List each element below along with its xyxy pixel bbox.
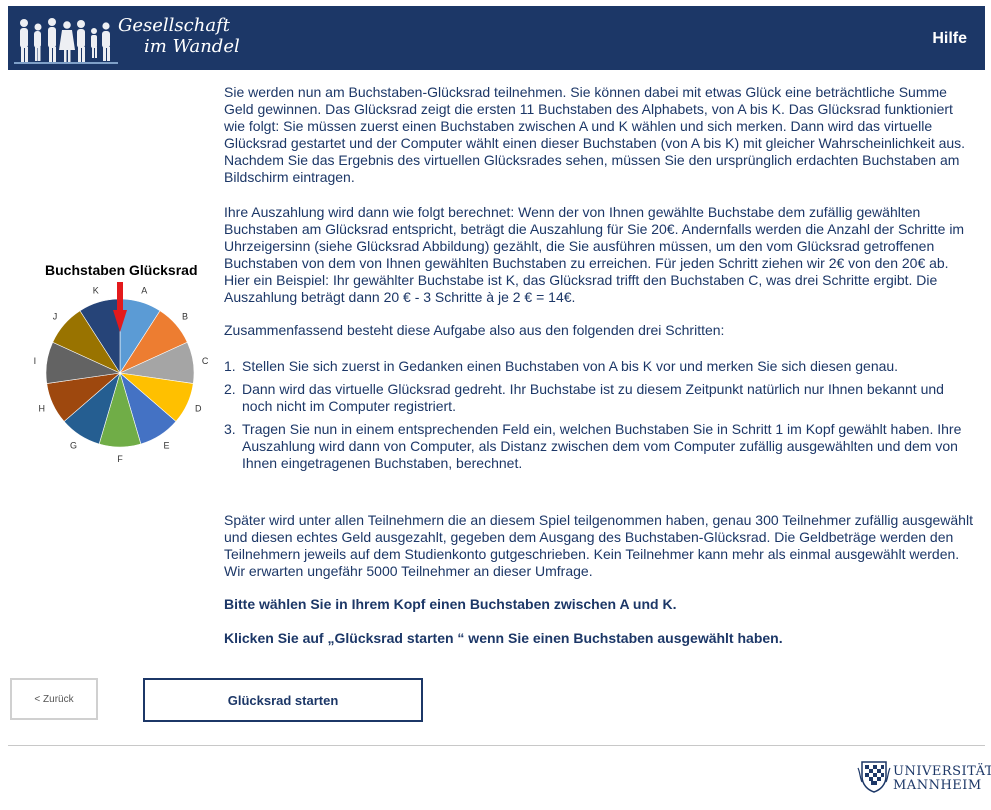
- letter-wheel: A B C D E F G H I J K: [34, 282, 209, 464]
- wheel-letter-b: B: [182, 312, 188, 322]
- step-number: 3.: [224, 421, 236, 437]
- choose-letter-instruction: Bitte wählen Sie in Ihrem Kopf einen Buc…: [224, 596, 677, 612]
- step-text: Tragen Sie nun in einem entsprechenden F…: [242, 421, 962, 471]
- people-silhouettes-logo: [14, 18, 118, 64]
- step-text: Dann wird das virtuelle Glücksrad gedreh…: [242, 381, 944, 414]
- wheel-letter-k: K: [93, 285, 99, 295]
- wheel-title: Buchstaben Glücksrad: [45, 262, 198, 278]
- university-name-line2: MANNHEIM: [893, 778, 982, 793]
- footer-divider: [8, 745, 985, 746]
- logo-text-line2: im Wandel: [144, 36, 240, 57]
- step-text: Stellen Sie sich zuerst in Gedanken eine…: [242, 358, 899, 374]
- university-crest-icon: [857, 761, 891, 793]
- university-name-line1: UNIVERSITÄT: [893, 764, 991, 779]
- step-number: 2.: [224, 381, 236, 397]
- wheel-letter-h: H: [39, 404, 46, 414]
- wheel-letter-e: E: [163, 440, 169, 450]
- wheel-letter-i: I: [34, 356, 37, 366]
- wheel-letter-d: D: [195, 404, 202, 414]
- start-wheel-button[interactable]: Glücksrad starten: [143, 678, 423, 722]
- payout-paragraph: Ihre Auszahlung wird dann wie folgt bere…: [224, 204, 965, 305]
- step-item: 3. Tragen Sie nun in einem entsprechenden…: [224, 421, 976, 472]
- back-button[interactable]: < Zurück: [10, 678, 98, 720]
- summary-paragraph: Zusammenfassend besteht diese Aufgabe al…: [224, 322, 725, 338]
- step-item: 1. Stellen Sie sich zuerst in Gedanken ei…: [224, 358, 976, 375]
- logo-text-line1: Gesellschaft: [118, 15, 230, 36]
- selection-paragraph: Später wird unter allen Teilnehmern die …: [224, 512, 973, 579]
- start-instruction: Klicken Sie auf „Glücksrad starten “ wen…: [224, 630, 783, 646]
- wheel-letter-c: C: [202, 356, 209, 366]
- help-link[interactable]: Hilfe: [932, 30, 967, 48]
- wheel-letter-a: A: [141, 285, 147, 295]
- header-banner: Gesellschaft im Wandel Hilfe: [8, 6, 985, 70]
- step-item: 2. Dann wird das virtuelle Glücksrad gedr…: [224, 381, 976, 415]
- steps-list: 1. Stellen Sie sich zuerst in Gedanken ei…: [224, 358, 976, 478]
- intro-paragraph: Sie werden nun am Buchstaben-Glücksrad t…: [224, 84, 966, 185]
- wheel-letter-f: F: [117, 454, 123, 464]
- step-number: 1.: [224, 358, 236, 374]
- wheel-letter-g: G: [70, 440, 77, 450]
- wheel-letter-j: J: [53, 312, 58, 322]
